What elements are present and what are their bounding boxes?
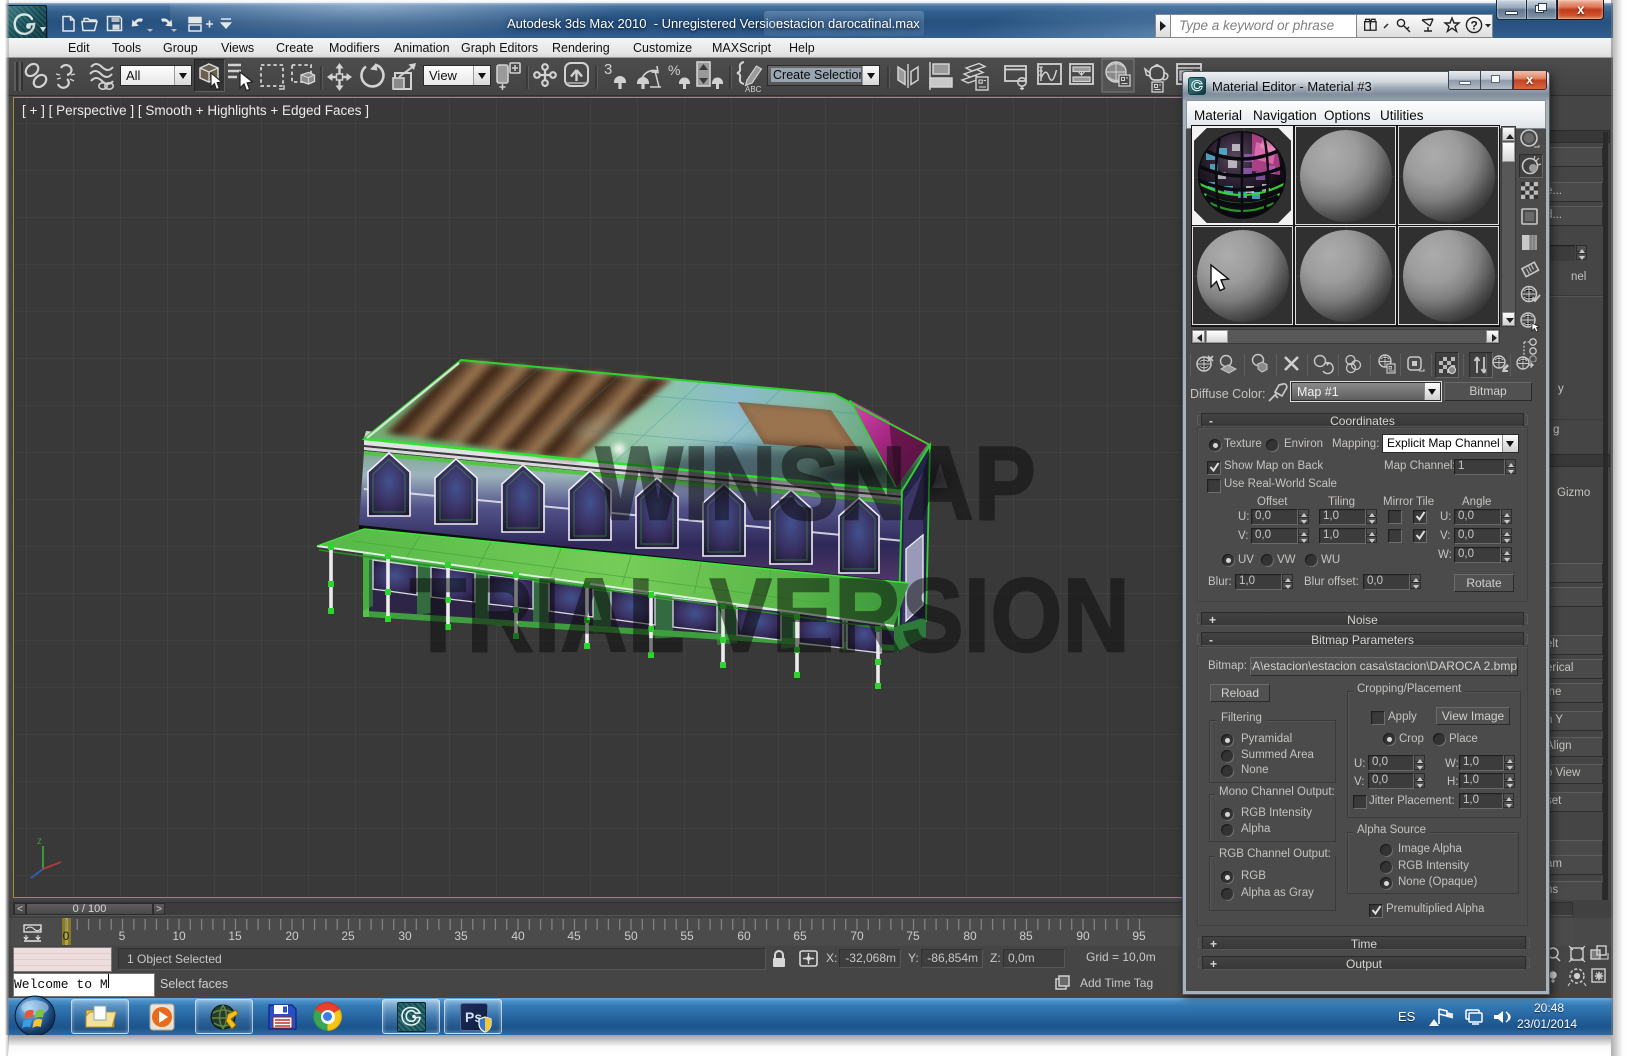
svg-text:20: 20 xyxy=(285,929,299,943)
svg-text:60: 60 xyxy=(737,929,751,943)
svg-text:40: 40 xyxy=(511,929,525,943)
svg-text:85: 85 xyxy=(1019,929,1033,943)
svg-text:z: z xyxy=(37,836,42,847)
svg-text:65: 65 xyxy=(793,929,807,943)
svg-text:3: 3 xyxy=(604,61,612,78)
svg-text:55: 55 xyxy=(680,929,694,943)
svg-text:70: 70 xyxy=(850,929,864,943)
svg-text:5: 5 xyxy=(119,929,126,943)
svg-text:10: 10 xyxy=(172,929,186,943)
svg-text:80: 80 xyxy=(963,929,977,943)
svg-text:WINSNAP: WINSNAP xyxy=(596,425,1037,541)
svg-text:%: % xyxy=(668,62,680,78)
svg-text:?: ? xyxy=(1471,19,1478,33)
svg-text:45: 45 xyxy=(567,929,581,943)
svg-text:95: 95 xyxy=(1132,929,1146,943)
svg-text:ABC: ABC xyxy=(745,85,762,94)
svg-text:25: 25 xyxy=(341,929,355,943)
svg-text:15: 15 xyxy=(228,929,242,943)
svg-text:0: 0 xyxy=(63,929,70,943)
svg-text:75: 75 xyxy=(906,929,920,943)
svg-text:90: 90 xyxy=(1076,929,1090,943)
svg-text:TRIAL VERSION: TRIAL VERSION xyxy=(410,557,1131,673)
svg-text:35: 35 xyxy=(454,929,468,943)
svg-text:50: 50 xyxy=(624,929,638,943)
svg-text:30: 30 xyxy=(398,929,412,943)
